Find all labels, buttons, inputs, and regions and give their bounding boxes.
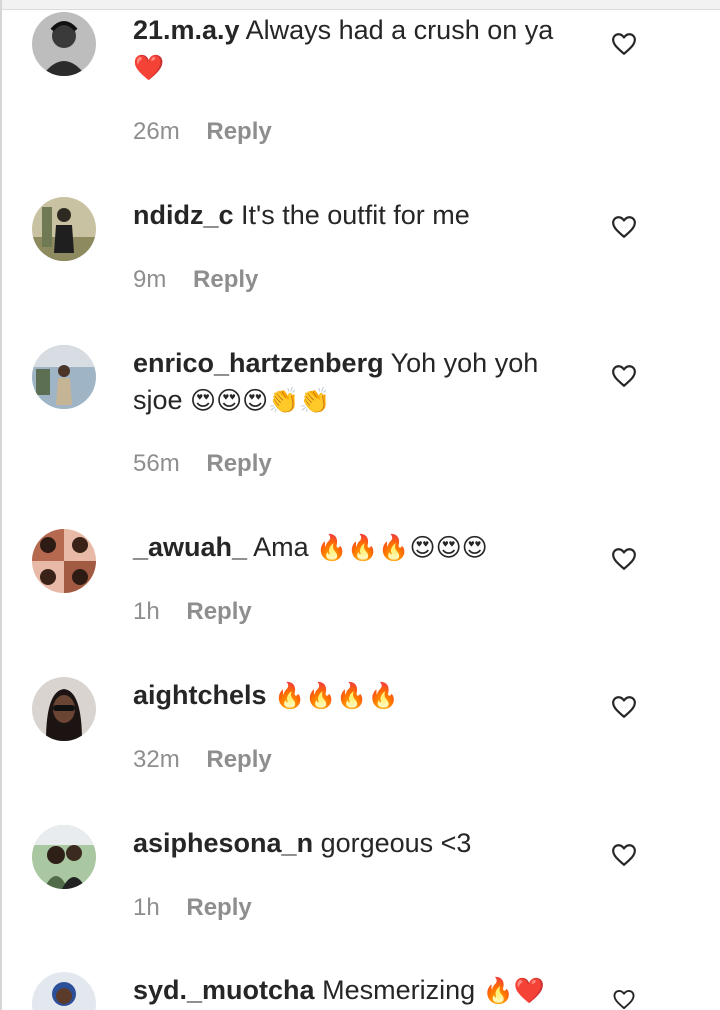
reply-button[interactable]: Reply bbox=[206, 746, 271, 773]
comment-time: 1h bbox=[133, 598, 160, 625]
comment-meta: 32m Reply bbox=[133, 745, 272, 775]
comment-emoji: 🔥❤️ bbox=[482, 976, 545, 1005]
avatar[interactable] bbox=[32, 825, 96, 889]
comment-meta: 26m Reply bbox=[133, 117, 272, 147]
top-divider bbox=[0, 0, 720, 10]
comment-text: asiphesona_n gorgeous <3 bbox=[133, 825, 573, 862]
left-border bbox=[0, 0, 2, 1010]
avatar[interactable] bbox=[32, 197, 96, 261]
reply-button[interactable]: Reply bbox=[186, 598, 251, 625]
comment-username[interactable]: syd._muotcha bbox=[133, 975, 315, 1005]
comment-username[interactable]: 21.m.a.y bbox=[133, 15, 240, 45]
reply-button[interactable]: Reply bbox=[206, 450, 271, 477]
comment-text: _awuah_ Ama 🔥🔥🔥😍😍😍 bbox=[133, 529, 573, 566]
comment-emoji: ❤️ bbox=[133, 53, 165, 82]
avatar-image bbox=[32, 345, 96, 409]
avatar[interactable] bbox=[32, 345, 96, 409]
reply-button[interactable]: Reply bbox=[206, 118, 271, 145]
comment-meta: 56m Reply bbox=[133, 449, 272, 479]
avatar-image bbox=[32, 825, 96, 889]
heart-outline-icon[interactable] bbox=[611, 547, 637, 571]
comment-username[interactable]: ndidz_c bbox=[133, 200, 234, 230]
comment-meta: 9m Reply bbox=[133, 265, 258, 295]
comment-username[interactable]: _awuah_ bbox=[133, 532, 247, 562]
comment-meta: 1h Reply bbox=[133, 893, 252, 923]
heart-outline-icon[interactable] bbox=[611, 215, 637, 239]
heart-outline-icon[interactable] bbox=[611, 32, 637, 56]
avatar-image bbox=[32, 197, 96, 261]
comment-username[interactable]: asiphesona_n bbox=[133, 828, 313, 858]
comment-emoji: 🔥🔥🔥🔥 bbox=[274, 681, 399, 710]
comment-time: 56m bbox=[133, 450, 180, 477]
comment-message: Mesmerizing bbox=[322, 975, 476, 1005]
heart-outline-icon[interactable] bbox=[611, 989, 637, 1010]
heart-outline-icon[interactable] bbox=[611, 695, 637, 719]
comment-message: It's the outfit for me bbox=[241, 200, 470, 230]
avatar-image bbox=[32, 529, 96, 593]
avatar-image bbox=[32, 677, 96, 741]
comment-text: syd._muotcha Mesmerizing 🔥❤️ bbox=[133, 972, 573, 1009]
comment-time: 32m bbox=[133, 746, 180, 773]
comment-message: Ama bbox=[253, 532, 309, 562]
comment-text: aightchels 🔥🔥🔥🔥 bbox=[133, 677, 573, 714]
comment-emoji: 🔥🔥🔥😍😍😍 bbox=[316, 533, 488, 562]
avatar[interactable] bbox=[32, 529, 96, 593]
comment-text: enrico_hartzenberg Yoh yoh yoh sjoe 😍😍😍👏… bbox=[133, 345, 573, 419]
comment-time: 26m bbox=[133, 118, 180, 145]
comment-time: 9m bbox=[133, 266, 167, 293]
avatar[interactable] bbox=[32, 677, 96, 741]
heart-outline-icon[interactable] bbox=[611, 364, 637, 388]
comment-emoji: 😍😍😍👏👏 bbox=[190, 386, 331, 415]
avatar-image bbox=[32, 12, 96, 76]
comment-text: 21.m.a.y Always had a crush on ya ❤️ bbox=[133, 12, 573, 86]
comment-username[interactable]: aightchels bbox=[133, 680, 267, 710]
reply-button[interactable]: Reply bbox=[186, 894, 251, 921]
reply-button[interactable]: Reply bbox=[193, 266, 258, 293]
comment-time: 1h bbox=[133, 894, 160, 921]
comment-message: gorgeous <3 bbox=[320, 828, 472, 858]
comment-username[interactable]: enrico_hartzenberg bbox=[133, 348, 384, 378]
avatar[interactable] bbox=[32, 12, 96, 76]
comment-message: Always had a crush on ya bbox=[245, 15, 554, 45]
avatar-image bbox=[32, 972, 96, 1010]
comment-text: ndidz_c It's the outfit for me bbox=[133, 197, 573, 234]
heart-outline-icon[interactable] bbox=[611, 843, 637, 867]
comment-meta: 1h Reply bbox=[133, 597, 252, 627]
avatar[interactable] bbox=[32, 972, 96, 1010]
